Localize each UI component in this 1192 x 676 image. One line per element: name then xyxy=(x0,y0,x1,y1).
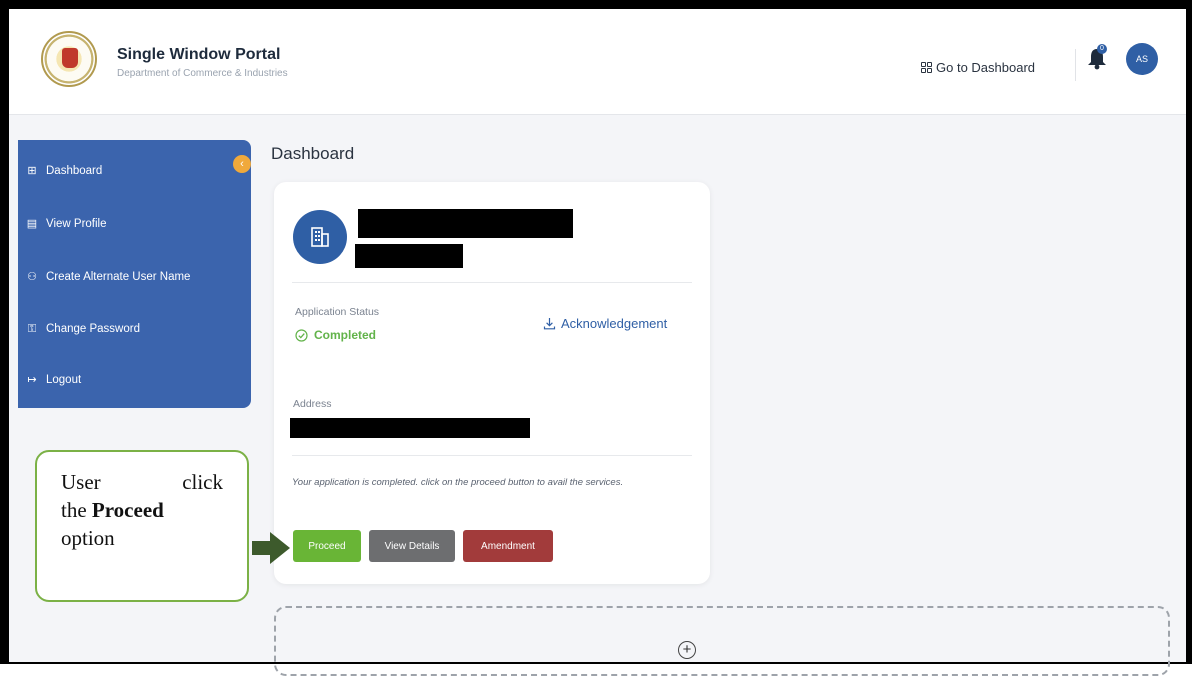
notification-badge: 0 xyxy=(1097,44,1107,54)
status-text: Completed xyxy=(314,328,377,342)
callout-word: click xyxy=(182,470,223,494)
acknowledgement-download-link[interactable]: Acknowledgement xyxy=(543,316,667,331)
header-divider xyxy=(1075,49,1076,81)
user-add-icon: ⚇ xyxy=(27,271,37,283)
state-emblem-logo xyxy=(41,31,97,87)
sidebar-item-view-profile[interactable]: ▤ View Profile xyxy=(26,218,107,230)
redacted-company-id xyxy=(355,244,463,268)
completion-note: Your application is completed. click on … xyxy=(292,477,624,488)
download-icon xyxy=(543,318,556,330)
sidebar-item-label: View Profile xyxy=(46,218,107,230)
redacted-company-name xyxy=(358,209,573,238)
acknowledgement-label: Acknowledgement xyxy=(561,316,668,331)
card-divider xyxy=(292,455,692,456)
go-to-dashboard-link[interactable]: Go to Dashboard xyxy=(921,60,1035,75)
add-application-dropzone[interactable] xyxy=(274,606,1170,676)
building-icon xyxy=(293,210,347,264)
portal-subtitle: Department of Commerce & Industries xyxy=(117,68,288,79)
pointer-arrow-icon xyxy=(252,532,290,564)
sidebar-item-label: Create Alternate User Name xyxy=(46,271,191,283)
callout-word: User xyxy=(61,470,101,494)
application-status-value: Completed xyxy=(295,328,376,342)
password-icon: ⚿ xyxy=(27,323,37,335)
sidebar-item-dashboard[interactable]: ⊞ Dashboard xyxy=(26,165,102,177)
application-status-label: Application Status xyxy=(295,306,380,318)
grid-icon: ⊞ xyxy=(27,165,37,177)
check-circle-icon xyxy=(295,328,308,342)
sidebar-item-label: Logout xyxy=(46,374,82,386)
top-header: Single Window Portal Department of Comme… xyxy=(9,9,1186,115)
plus-circle-icon[interactable]: + xyxy=(678,641,696,659)
address-label: Address xyxy=(293,398,332,410)
amendment-button[interactable]: Amendment xyxy=(463,530,553,562)
logout-icon: ↦ xyxy=(27,374,37,386)
instruction-callout: User click the Proceed option xyxy=(35,450,249,602)
portal-title: Single Window Portal xyxy=(117,46,281,63)
card-divider xyxy=(292,282,692,283)
page-title: Dashboard xyxy=(271,144,355,163)
redacted-address xyxy=(290,418,530,438)
callout-word: the xyxy=(61,498,87,522)
profile-doc-icon: ▤ xyxy=(26,218,38,230)
grid-icon xyxy=(921,62,932,73)
sidebar-item-logout[interactable]: ↦ Logout xyxy=(26,374,81,386)
callout-emphasis: Proceed xyxy=(91,498,164,522)
sidebar-item-change-password[interactable]: ⚿ Change Password xyxy=(26,323,140,335)
sidebar-item-create-alternate-user-name[interactable]: ⚇ Create Alternate User Name xyxy=(26,271,190,283)
sidebar-item-label: Change Password xyxy=(46,323,140,335)
sidebar-item-label: Dashboard xyxy=(46,165,103,177)
sidebar: ⊞ Dashboard ▤ View Profile ⚇ Create Alte… xyxy=(18,140,251,408)
user-avatar[interactable]: AS xyxy=(1126,43,1158,75)
go-to-dashboard-label: Go to Dashboard xyxy=(936,60,1036,75)
callout-word: option xyxy=(61,526,115,550)
view-details-button[interactable]: View Details xyxy=(369,530,455,562)
sidebar-collapse-button[interactable]: ‹ xyxy=(233,155,251,173)
proceed-button[interactable]: Proceed xyxy=(293,530,361,562)
